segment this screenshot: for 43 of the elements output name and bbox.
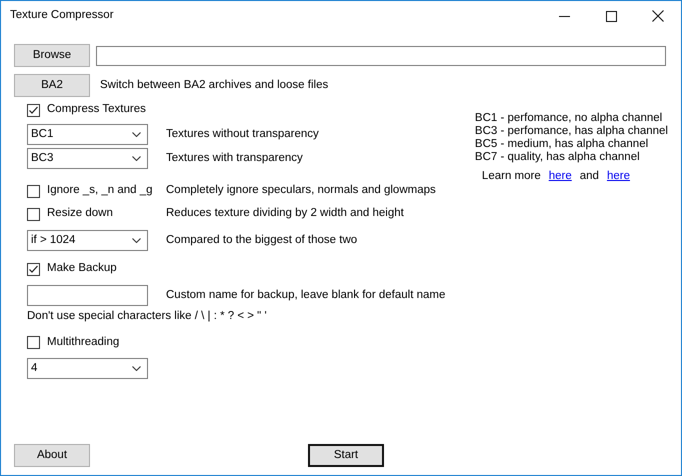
checkbox-label: Multithreading [47,334,120,350]
checkbox-label: Compress Textures [47,102,146,118]
maximize-icon[interactable] [606,10,617,22]
conjunction-text: and [580,170,599,183]
description-text: Textures with transparency [166,150,303,166]
checkbox[interactable] [27,336,40,349]
info-text: BC3 - perfomance, has alpha channel [474,125,668,138]
checkbox[interactable] [27,184,40,198]
resize-dropdown[interactable]: if > 1024 [27,230,148,251]
chevron-down-icon [132,132,141,137]
description-text: Textures without transparency [166,126,319,142]
learn-more-text: Learn more [482,170,541,183]
description-text: Switch between BA2 archives and loose files [100,78,328,93]
warning-text: Don't use special characters like / \ | : * ? < > " ' [27,309,268,324]
description-text: Reduces texture dividing by 2 width and height [166,206,404,222]
link[interactable]: here [606,170,630,183]
info-text: BC1 - perfomance, no alpha channel [474,112,664,125]
info-text: BC7 - quality, has alpha channel [474,151,641,164]
window-title: Texture Compressor [10,8,115,24]
format-dropdown[interactable]: BC3 [27,148,148,169]
checkbox[interactable] [27,262,40,276]
threads-dropdown[interactable]: 4 [27,358,148,380]
description-text: Custom name for backup, leave blank for default name [166,288,446,303]
chevron-down-icon [132,238,141,243]
link[interactable]: here [548,170,572,183]
backup-name-field[interactable] [27,285,148,306]
browse-button[interactable]: Browse [14,44,90,67]
format-dropdown[interactable]: BC1 [27,124,148,145]
description-text: Completely ignore speculars, normals and glowmaps [166,183,436,198]
close-icon[interactable] [652,10,664,22]
checkbox-label: Resize down [47,206,113,222]
chevron-down-icon [132,156,141,161]
info-text: BC5 - medium, has alpha channel [474,138,650,151]
start-button[interactable]: Start [308,444,384,467]
about-button[interactable]: About [14,444,90,467]
checkbox-label: Make Backup [47,261,117,276]
chevron-down-icon [132,366,141,372]
checkbox[interactable] [27,104,40,116]
checkbox-label: Ignore _s, _n and _g [47,183,152,198]
checkbox[interactable] [27,208,40,220]
description-text: Compared to the biggest of those two [166,232,358,248]
path-field[interactable] [96,46,666,66]
ba2-button[interactable]: BA2 [14,74,90,97]
